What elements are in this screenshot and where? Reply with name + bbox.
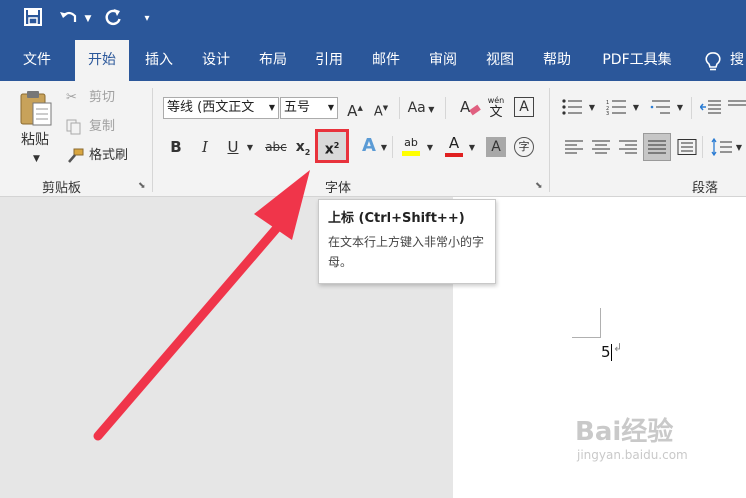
- watermark-url: jingyan.baidu.com: [577, 448, 688, 462]
- multilevel-list-icon[interactable]: [650, 99, 672, 119]
- svg-text:A: A: [460, 98, 471, 116]
- font-name-value: 等线 (西文正文: [167, 100, 255, 115]
- format-painter-icon[interactable]: [66, 148, 84, 168]
- document-text[interactable]: 5: [601, 342, 611, 362]
- underline-dropdown-icon[interactable]: ▼: [245, 137, 255, 159]
- numbering-icon[interactable]: 123: [606, 99, 628, 119]
- shrink-font-button[interactable]: A▼: [371, 97, 391, 123]
- lightbulb-icon[interactable]: [704, 52, 722, 76]
- tab-file[interactable]: 文件: [14, 40, 60, 81]
- multilevel-list-dropdown-icon[interactable]: ▼: [675, 97, 685, 119]
- tab-mailings[interactable]: 邮件: [363, 40, 409, 81]
- group-separator: [152, 88, 153, 192]
- tab-home[interactable]: 开始: [75, 40, 129, 81]
- tooltip-title: 上标 (Ctrl+Shift++): [328, 211, 465, 226]
- margin-marker: [572, 337, 601, 338]
- line-spacing-dropdown-icon[interactable]: ▼: [734, 137, 744, 159]
- numbering-dropdown-icon[interactable]: ▼: [631, 97, 641, 119]
- customize-icon[interactable]: ▾: [140, 8, 154, 30]
- align-left-icon[interactable]: [563, 139, 585, 159]
- format-painter-button[interactable]: 格式刷: [89, 147, 128, 165]
- tool-separator: [691, 97, 692, 119]
- clipboard-launcher-icon[interactable]: ⬊: [138, 181, 146, 191]
- align-center-icon[interactable]: [590, 139, 612, 159]
- tab-help[interactable]: 帮助: [534, 40, 580, 81]
- paste-dropdown-icon[interactable]: ▼: [33, 150, 40, 168]
- save-icon[interactable]: [22, 8, 44, 32]
- font-name-combo[interactable]: 等线 (西文正文 ▼: [163, 97, 279, 119]
- margin-marker: [600, 308, 601, 338]
- tab-design[interactable]: 设计: [193, 40, 239, 81]
- text-cursor: [611, 344, 612, 361]
- font-size-dropdown-icon[interactable]: ▼: [328, 98, 334, 118]
- cut-icon[interactable]: ✂: [66, 89, 77, 107]
- underline-button[interactable]: U: [223, 136, 243, 158]
- tool-separator: [399, 97, 400, 119]
- justify-button[interactable]: [643, 133, 671, 161]
- font-group-label: 字体: [325, 181, 352, 196]
- tooltip-description: 在文本行上方键入非常小的字母。: [328, 235, 485, 269]
- group-separator: [549, 88, 550, 192]
- tool-separator: [702, 136, 703, 158]
- repeat-icon[interactable]: [102, 8, 124, 32]
- bullets-dropdown-icon[interactable]: ▼: [587, 97, 597, 119]
- superscript-button[interactable]: x2: [315, 129, 349, 163]
- italic-button[interactable]: I: [195, 136, 215, 158]
- cut-button[interactable]: 剪切: [89, 89, 115, 107]
- align-right-icon[interactable]: [617, 139, 639, 159]
- tab-tell-me[interactable]: 搜: [730, 40, 746, 81]
- clear-formatting-icon[interactable]: A: [459, 98, 481, 122]
- enclose-characters-button[interactable]: 字: [514, 137, 534, 157]
- clipboard-group-label: 剪贴板: [42, 181, 82, 196]
- bullets-icon[interactable]: [562, 99, 584, 119]
- font-color-dropdown-icon[interactable]: ▼: [467, 137, 477, 159]
- font-size-value: 五号: [284, 100, 311, 115]
- font-launcher-icon[interactable]: ⬊: [535, 181, 543, 191]
- change-case-button[interactable]: Aa ▼: [406, 97, 436, 121]
- subscript-button[interactable]: x2: [293, 136, 313, 164]
- font-color-button[interactable]: A: [443, 136, 465, 157]
- highlight-button[interactable]: ab: [400, 136, 422, 156]
- tab-insert[interactable]: 插入: [136, 40, 182, 81]
- clipboard-icon[interactable]: [19, 89, 53, 131]
- increase-indent-icon[interactable]: [728, 99, 746, 119]
- arrow-shaft: [93, 217, 287, 441]
- line-spacing-icon[interactable]: [711, 137, 733, 160]
- character-shading-button[interactable]: A: [486, 137, 506, 157]
- distributed-align-icon[interactable]: [676, 139, 698, 159]
- tab-references[interactable]: 引用: [306, 40, 352, 81]
- character-border-button[interactable]: A: [514, 97, 534, 117]
- baidu-watermark: Bai经验 jingyan.baidu.com: [575, 417, 740, 477]
- copy-button[interactable]: 复制: [89, 118, 115, 136]
- decrease-indent-icon[interactable]: [699, 99, 722, 119]
- tab-pdf-tools[interactable]: PDF工具集: [592, 40, 682, 81]
- font-name-dropdown-icon[interactable]: ▼: [269, 98, 275, 118]
- bold-button[interactable]: B: [166, 136, 186, 158]
- undo-dropdown-icon[interactable]: ▼: [83, 8, 93, 30]
- tab-view[interactable]: 视图: [477, 40, 523, 81]
- tab-review[interactable]: 审阅: [420, 40, 466, 81]
- font-size-combo[interactable]: 五号 ▼: [280, 97, 338, 119]
- text-effects-dropdown-icon[interactable]: ▼: [379, 137, 389, 159]
- tool-separator: [392, 136, 393, 158]
- text-effects-button[interactable]: A: [358, 135, 380, 157]
- undo-icon[interactable]: [58, 8, 80, 32]
- strikethrough-button[interactable]: abc: [262, 136, 290, 158]
- superscript-tooltip: 上标 (Ctrl+Shift++) 在文本行上方键入非常小的字母。: [318, 199, 496, 284]
- tool-separator: [445, 97, 446, 119]
- highlight-dropdown-icon[interactable]: ▼: [425, 137, 435, 159]
- phonetic-guide-button[interactable]: wén 文: [486, 96, 506, 120]
- copy-icon[interactable]: [66, 119, 82, 139]
- svg-text:3: 3: [606, 111, 609, 115]
- tab-layout[interactable]: 布局: [250, 40, 296, 81]
- watermark-brand: Bai经验: [575, 417, 674, 447]
- paragraph-group-label: 段落: [692, 181, 719, 196]
- paste-button[interactable]: 粘贴: [21, 131, 49, 149]
- grow-font-button[interactable]: A▲: [345, 97, 365, 122]
- paragraph-mark-icon: ↲: [613, 341, 623, 354]
